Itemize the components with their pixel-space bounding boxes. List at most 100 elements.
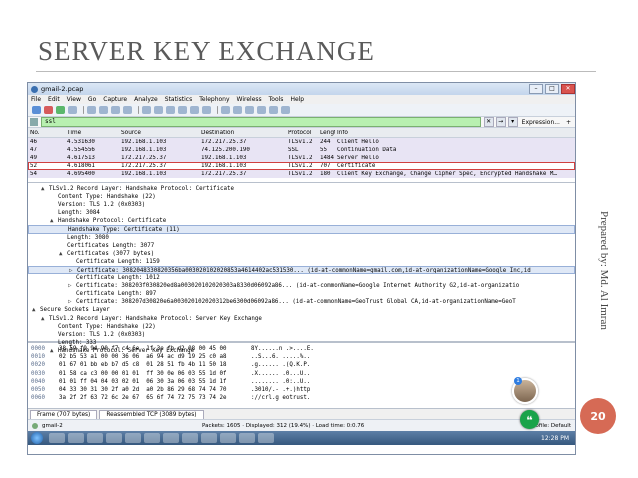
- detail-tree-row[interactable]: ▷ Certificate: 3082048330820356ba00302010…: [28, 265, 575, 275]
- filter-dropdown-icon[interactable]: ▾: [507, 117, 518, 127]
- packet-row[interactable]: 47 4.554556 192.168.1.103 74.125.200.190 SSL…: [28, 146, 575, 154]
- expander-icon[interactable]: ▷: [69, 267, 77, 273]
- detail-tree-row[interactable]: ▲ TLSv1.2 Record Layer: Handshake Protoco…: [28, 185, 575, 193]
- menu-item-help[interactable]: Help: [290, 96, 304, 103]
- hex-row[interactable]: 0050 04 33 30 31 30 2f a0 2d a0 2b 86 29 …: [28, 386, 575, 394]
- detail-tree-row[interactable]: Certificates Length: 3077: [28, 242, 575, 250]
- packet-row[interactable]: 46 4.531630 192.168.1.103 172.217.25.37 TLSv…: [28, 138, 575, 146]
- detail-tree-row[interactable]: ▲ Certificates (3077 bytes): [28, 250, 575, 258]
- column-header-info[interactable]: Info: [335, 130, 572, 136]
- zoom-in-icon[interactable]: [245, 106, 254, 114]
- taskbar-app-icon[interactable]: [220, 433, 236, 443]
- taskbar-app-icon[interactable]: [182, 433, 198, 443]
- column-header-time[interactable]: Time: [65, 130, 119, 136]
- bytes-tab[interactable]: Reassembled TCP (3089 bytes): [99, 410, 204, 419]
- go-to-packet-icon[interactable]: [178, 106, 187, 114]
- hex-row[interactable]: 0040 01 01 ff 04 04 03 02 01 06 30 3a 06 …: [28, 378, 575, 386]
- detail-tree-row[interactable]: Version: TLS 1.2 (0x0303): [28, 331, 575, 339]
- expander-icon[interactable]: ▲: [32, 306, 40, 314]
- stop-capture-icon[interactable]: [44, 106, 53, 114]
- close-file-icon[interactable]: [111, 106, 120, 114]
- detail-tree-row[interactable]: ▷ Certificate: 308207d30820e6a00302010202…: [28, 298, 575, 306]
- taskbar-app-icon[interactable]: [201, 433, 217, 443]
- close-button[interactable]: ✕: [561, 84, 575, 94]
- menu-item-edit[interactable]: Edit: [48, 96, 60, 103]
- column-header-source[interactable]: Source: [119, 130, 199, 136]
- menu-item-telephony[interactable]: Telephony: [199, 96, 229, 103]
- restart-capture-icon[interactable]: [56, 106, 65, 114]
- expander-icon[interactable]: ▲: [41, 185, 49, 193]
- packet-row[interactable]: 49 4.617513 172.217.25.37 192.168.1.103 TLSv…: [28, 154, 575, 162]
- expander-icon[interactable]: ▲: [50, 217, 58, 225]
- packet-row[interactable]: 54 4.695400 192.168.1.103 172.217.25.37 TLSv…: [28, 170, 575, 178]
- hex-row[interactable]: 0030 01 58 ca c3 00 00 01 01 ff 30 0e 06 …: [28, 370, 575, 378]
- expander-icon[interactable]: ▷: [68, 298, 76, 306]
- detail-tree-row[interactable]: Certificate Length: 1159: [28, 258, 575, 266]
- first-packet-icon[interactable]: [190, 106, 199, 114]
- taskbar-app-icon[interactable]: [106, 433, 122, 443]
- expander-icon[interactable]: ▲: [41, 315, 49, 323]
- apply-filter-icon[interactable]: →: [495, 117, 506, 127]
- expander-icon[interactable]: ▷: [68, 282, 76, 290]
- go-forward-icon[interactable]: [166, 106, 175, 114]
- detail-tree-row[interactable]: ▷ Certificate: 308203f030820ed8a003020102…: [28, 282, 575, 290]
- find-packet-icon[interactable]: [142, 106, 151, 114]
- menu-item-go[interactable]: Go: [88, 96, 96, 103]
- menu-item-statistics[interactable]: Statistics: [165, 96, 192, 103]
- resize-columns-icon[interactable]: [281, 106, 290, 114]
- detail-tree-row[interactable]: Content Type: Handshake (22): [28, 323, 575, 331]
- menu-item-tools[interactable]: Tools: [269, 96, 284, 103]
- bookmark-icon[interactable]: [30, 118, 38, 126]
- reload-icon[interactable]: [123, 106, 132, 114]
- column-header-protocol[interactable]: Protocol: [286, 130, 318, 136]
- detail-tree-row[interactable]: Version: TLS 1.2 (0x0303): [28, 201, 575, 209]
- taskbar-app-icon[interactable]: [163, 433, 179, 443]
- detail-tree-row[interactable]: Certificate Length: 897: [28, 290, 575, 298]
- detail-tree-row[interactable]: Content Type: Handshake (22): [28, 193, 575, 201]
- options-icon[interactable]: [68, 106, 77, 114]
- menu-item-wireless[interactable]: Wireless: [237, 96, 262, 103]
- hex-row[interactable]: 0000 38 59 f9 94 90 f7 c4 6e 1f 3e fb d2 …: [28, 345, 575, 353]
- taskbar-app-icon[interactable]: [87, 433, 103, 443]
- start-capture-icon[interactable]: [32, 106, 41, 114]
- detail-tree-row[interactable]: ▲ Secure Sockets Layer: [28, 306, 575, 314]
- hex-row[interactable]: 0010 02 b5 53 a1 00 00 36 06 a6 94 ac d9 …: [28, 353, 575, 361]
- start-button[interactable]: [31, 432, 43, 444]
- add-filter-button[interactable]: +: [566, 119, 571, 126]
- menu-item-file[interactable]: File: [31, 96, 41, 103]
- open-file-icon[interactable]: [87, 106, 96, 114]
- detail-tree-row[interactable]: Length: 3084: [28, 209, 575, 217]
- normal-size-icon[interactable]: [269, 106, 278, 114]
- packet-row[interactable]: 52 4.618061 172.217.25.37 192.168.1.103 TLSv…: [28, 162, 575, 170]
- hex-row[interactable]: 0060 3a 2f 2f 63 72 6c 2e 67 65 6f 74 72 …: [28, 394, 575, 402]
- taskbar-app-icon[interactable]: [258, 433, 274, 443]
- clear-filter-icon[interactable]: ✕: [483, 117, 494, 127]
- auto-scroll-icon[interactable]: [233, 106, 242, 114]
- save-file-icon[interactable]: [99, 106, 108, 114]
- taskbar-app-icon[interactable]: [49, 433, 65, 443]
- column-header-destination[interactable]: Destination: [199, 130, 286, 136]
- hex-row[interactable]: 0020 01 67 01 bb eb b7 d5 c8 01 28 51 fb …: [28, 361, 575, 369]
- column-header-no[interactable]: No.: [28, 130, 65, 136]
- taskbar-app-icon[interactable]: [68, 433, 84, 443]
- detail-tree-row[interactable]: ▲ TLSv1.2 Record Layer: Handshake Protoco…: [28, 315, 575, 323]
- go-back-icon[interactable]: [154, 106, 163, 114]
- detail-tree-row[interactable]: Handshake Type: Certificate (11): [28, 225, 575, 234]
- minimize-button[interactable]: –: [529, 84, 543, 94]
- hangouts-chat-icon[interactable]: ❝: [520, 410, 539, 429]
- taskbar-app-icon[interactable]: [239, 433, 255, 443]
- zoom-out-icon[interactable]: [257, 106, 266, 114]
- detail-tree-row[interactable]: Length: 3080: [28, 234, 575, 242]
- menu-item-capture[interactable]: Capture: [103, 96, 127, 103]
- colorize-icon[interactable]: [221, 106, 230, 114]
- expander-icon[interactable]: ▲: [59, 250, 67, 258]
- taskbar-app-icon[interactable]: [125, 433, 141, 443]
- bytes-tab[interactable]: Frame (707 bytes): [30, 410, 98, 419]
- column-header-length[interactable]: Length: [318, 130, 335, 136]
- menu-item-analyze[interactable]: Analyze: [134, 96, 158, 103]
- display-filter-input[interactable]: ssl: [41, 117, 481, 127]
- maximize-button[interactable]: □: [545, 84, 559, 94]
- detail-tree-row[interactable]: Certificate Length: 1012: [28, 274, 575, 282]
- last-packet-icon[interactable]: [202, 106, 211, 114]
- menu-item-view[interactable]: View: [67, 96, 81, 103]
